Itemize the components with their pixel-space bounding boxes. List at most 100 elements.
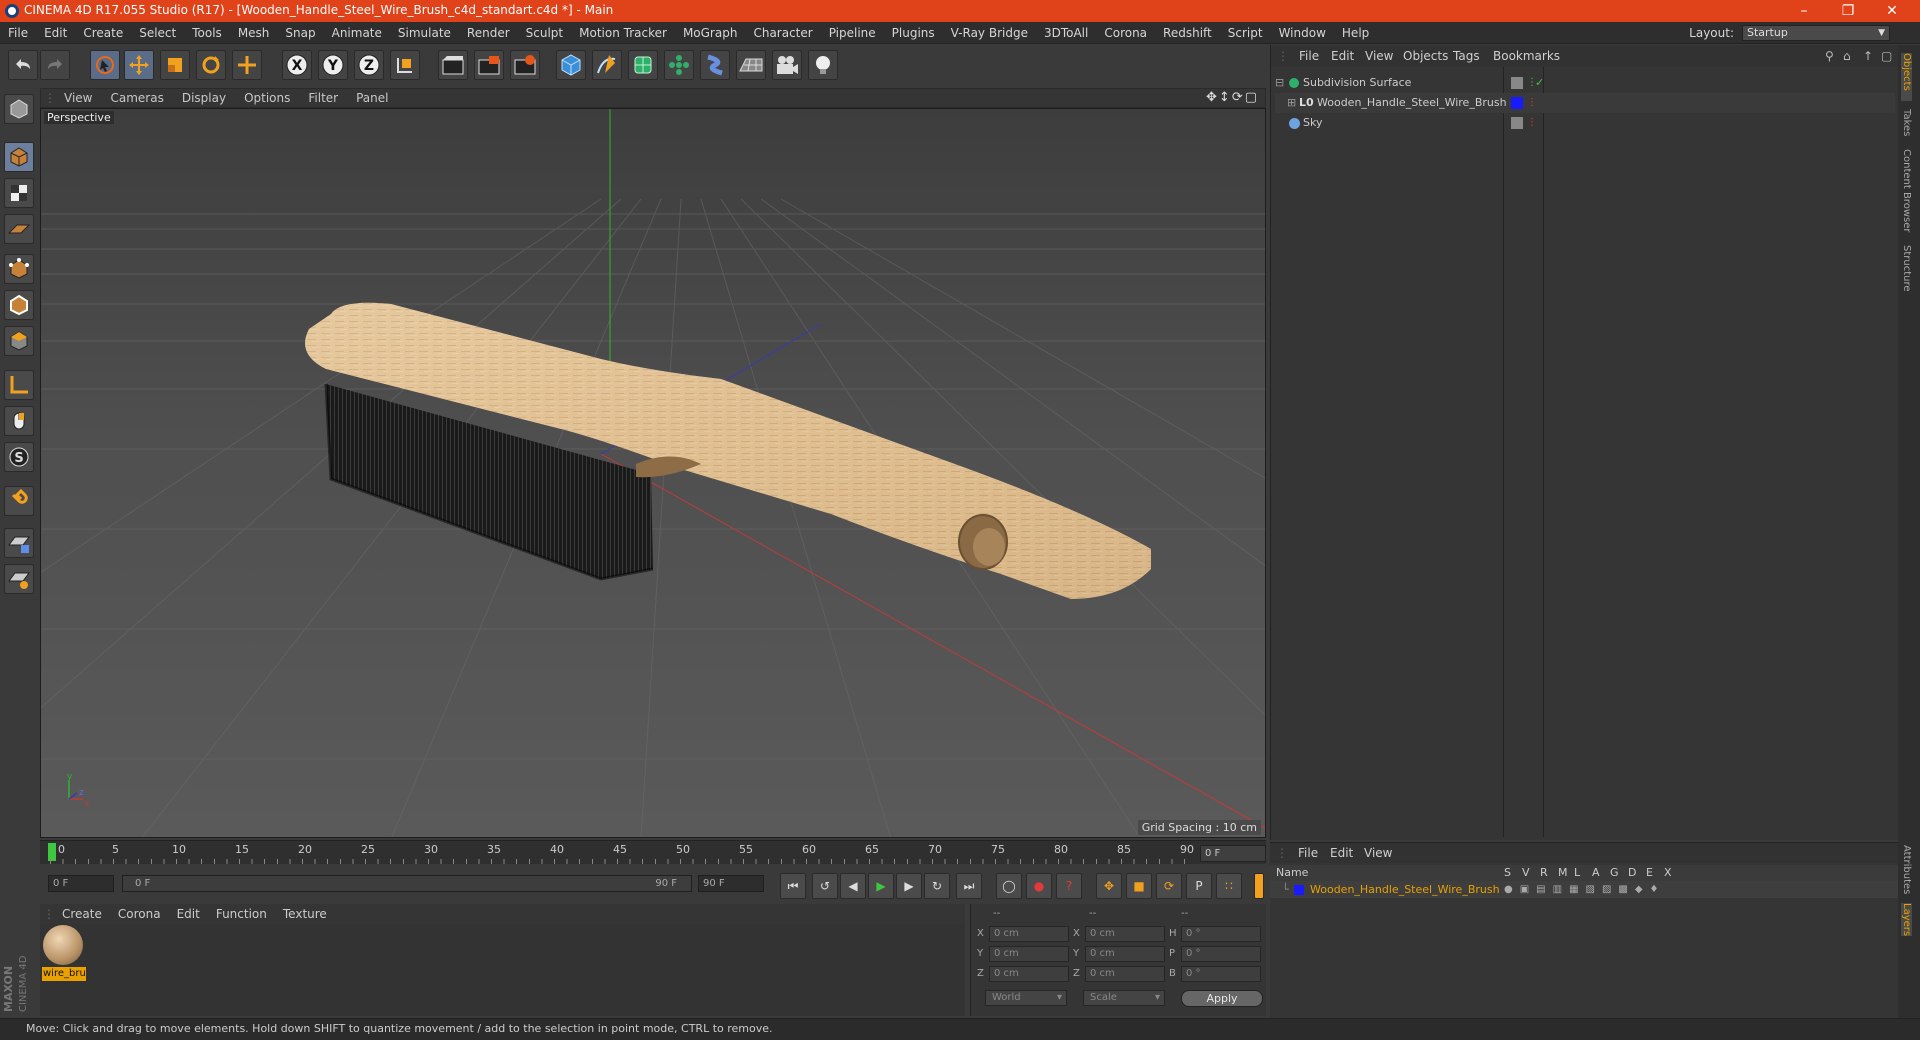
layer-color-swatch[interactable] [1511, 117, 1523, 129]
position-y-field[interactable]: 0 cm [989, 946, 1069, 962]
objects-menu-objects[interactable]: Objects [1403, 45, 1448, 67]
start-frame-field[interactable]: 0 F [48, 875, 114, 892]
object-row-subdivision[interactable]: ⊟ Subdivision Surface ⋮ ✓ [1275, 73, 1895, 93]
tab-attributes[interactable]: Attributes [1901, 845, 1912, 894]
make-editable-button[interactable] [4, 94, 34, 124]
goto-end-button[interactable]: ⏭ [956, 873, 982, 899]
y-axis-lock-button[interactable]: Y [318, 50, 348, 80]
layers-menu-edit[interactable]: Edit [1330, 843, 1353, 863]
menu-mograph[interactable]: MoGraph [675, 22, 746, 44]
collapse-icon[interactable]: ⊟ [1275, 73, 1284, 93]
tab-content-browser[interactable]: Content Browser [1901, 149, 1912, 232]
objects-menu-tags[interactable]: Tags [1453, 45, 1480, 67]
snapping-button[interactable] [4, 486, 34, 516]
menu-script[interactable]: Script [1220, 22, 1271, 44]
menu-3dtoall[interactable]: 3DToAll [1036, 22, 1096, 44]
material-menu-texture[interactable]: Texture [275, 904, 335, 924]
material-menu-edit[interactable]: Edit [169, 904, 208, 924]
rotation-h-field[interactable]: 0 ° [1181, 926, 1261, 942]
position-z-field[interactable]: 0 cm [989, 966, 1069, 982]
render-picture-viewer-button[interactable] [474, 50, 504, 80]
menu-plugins[interactable]: Plugins [884, 22, 943, 44]
new-view-icon[interactable]: ▢ [1881, 45, 1892, 67]
texture-mode-button[interactable] [4, 178, 34, 208]
key-scale-button[interactable]: ■ [1126, 873, 1152, 899]
frame-range-slider[interactable]: 0 F 90 F [122, 875, 692, 892]
subdivision-nurbs-button[interactable] [628, 50, 658, 80]
layer-col-locked[interactable]: L [1574, 865, 1580, 881]
workplane-button[interactable] [4, 214, 34, 244]
redo-button[interactable] [40, 50, 70, 80]
viewport-menu-display[interactable]: Display [173, 89, 235, 108]
menu-edit[interactable]: Edit [36, 22, 75, 44]
layer-color-swatch[interactable] [1511, 97, 1523, 109]
layer-col-render[interactable]: R [1540, 865, 1548, 881]
tab-layers[interactable]: Layers [1901, 903, 1912, 937]
rotate-button[interactable] [196, 50, 226, 80]
model-mode-button[interactable] [4, 142, 34, 172]
object-row-brush[interactable]: ⊞ L0 Wooden_Handle_Steel_Wire_Brush ⋮ [1275, 93, 1895, 113]
menu-motion-tracker[interactable]: Motion Tracker [571, 22, 675, 44]
next-frame-button[interactable]: ▶ [896, 873, 922, 899]
tab-takes[interactable]: Takes [1901, 109, 1912, 136]
menu-create[interactable]: Create [75, 22, 131, 44]
material-name-label[interactable]: wire_bru [42, 967, 86, 981]
perspective-viewport[interactable]: y z x Perspective Grid Spacing : 10 cm [40, 108, 1266, 838]
minimize-button[interactable]: – [1782, 0, 1826, 22]
undo-button[interactable] [8, 50, 38, 80]
up-arrow-icon[interactable]: ↑ [1863, 45, 1873, 67]
viewport-menu-view[interactable]: View [55, 89, 101, 108]
position-x-field[interactable]: 0 cm [989, 926, 1069, 942]
layer-col-generators[interactable]: G [1610, 865, 1619, 881]
goto-prev-key-button[interactable]: ↺ [812, 873, 838, 899]
layer-col-animation[interactable]: A [1592, 865, 1600, 881]
layout-dropdown[interactable]: Startup ▼ [1742, 25, 1890, 41]
layer-col-solo[interactable]: S [1504, 865, 1511, 881]
coordinate-mode-dropdown[interactable]: World ▾ [985, 990, 1067, 1006]
material-menu-function[interactable]: Function [208, 904, 275, 924]
layer-col-deformers[interactable]: D [1628, 865, 1636, 881]
menu-redshift[interactable]: Redshift [1155, 22, 1220, 44]
viewport-camera-label[interactable]: Perspective [44, 111, 114, 124]
viewport-menu-filter[interactable]: Filter [299, 89, 347, 108]
objects-menu-view[interactable]: View [1365, 45, 1393, 67]
enabled-checkmark-icon[interactable]: ✓ [1535, 73, 1544, 93]
end-frame-field[interactable]: 90 F [698, 875, 764, 892]
layers-menu-file[interactable]: File [1298, 843, 1318, 863]
layer-col-manager[interactable]: M [1558, 865, 1568, 881]
rotation-p-field[interactable]: 0 ° [1181, 946, 1261, 962]
scale-button[interactable] [160, 50, 190, 80]
layer-col-view[interactable]: V [1522, 865, 1530, 881]
menu-animate[interactable]: Animate [324, 22, 390, 44]
search-icon[interactable]: ⚲ [1825, 45, 1834, 67]
layer-color-swatch[interactable] [1511, 77, 1523, 89]
key-rotation-button[interactable]: ⟳ [1156, 873, 1182, 899]
locked-workplane-button[interactable] [4, 564, 34, 594]
array-mograph-button[interactable] [664, 50, 694, 80]
goto-next-key-button[interactable]: ↻ [924, 873, 950, 899]
live-selection-button[interactable] [90, 50, 120, 80]
tab-structure[interactable]: Structure [1901, 245, 1912, 292]
recent-tool-button[interactable] [232, 50, 262, 80]
menu-simulate[interactable]: Simulate [390, 22, 459, 44]
edit-render-settings-button[interactable] [510, 50, 540, 80]
material-preview-sphere[interactable] [43, 925, 83, 965]
enable-axis-button[interactable] [4, 370, 34, 400]
menu-select[interactable]: Select [131, 22, 184, 44]
close-button[interactable]: ✕ [1870, 0, 1914, 22]
current-frame-field[interactable]: 0 F [1200, 845, 1266, 862]
menu-pipeline[interactable]: Pipeline [821, 22, 884, 44]
coordinate-system-button[interactable] [390, 50, 420, 80]
workplane-lock-button[interactable] [4, 528, 34, 558]
menu-window[interactable]: Window [1271, 22, 1334, 44]
solo-mode-button[interactable]: S [4, 442, 34, 472]
layer-col-expressions[interactable]: E [1646, 865, 1653, 881]
goto-start-button[interactable]: ⏮ [780, 873, 806, 899]
key-pla-button[interactable]: ∷ [1216, 873, 1242, 899]
object-row-sky[interactable]: Sky ⋮ [1275, 113, 1895, 133]
cube-primitive-button[interactable] [556, 50, 586, 80]
floor-scene-button[interactable] [736, 50, 766, 80]
transform-mode-dropdown[interactable]: Scale ▾ [1083, 990, 1165, 1006]
layer-row[interactable]: └ Wooden_Handle_Steel_Wire_Brush ●▣▤▥▦▧▨… [1270, 881, 1900, 898]
layer-toggle-icons[interactable]: ●▣▤▥▦▧▨▩◆♦ [1504, 881, 1666, 898]
